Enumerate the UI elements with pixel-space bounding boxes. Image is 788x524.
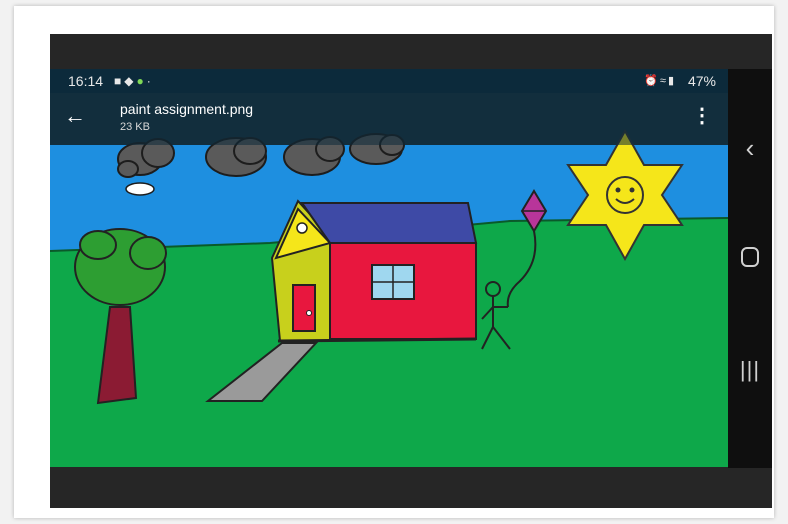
phone-screen: 16:14 ■◆●· ⏰≈▮ 47% ← paint assignment.pn…	[50, 34, 772, 508]
leaf-icon: ●	[136, 74, 147, 88]
battery-percent: 47%	[687, 73, 716, 89]
system-icons: ⏰≈▮	[644, 69, 676, 93]
message-icon: ■	[114, 74, 125, 88]
house-roof	[300, 202, 478, 244]
nav-home-icon[interactable]	[728, 247, 772, 272]
status-time: 16:14	[68, 73, 104, 89]
dot-icon: ·	[146, 74, 154, 88]
more-vertical-icon[interactable]: ⋮	[692, 103, 712, 128]
house	[270, 199, 478, 343]
navigation-bar: ‹ |||	[728, 69, 772, 468]
image-viewer[interactable]	[50, 93, 728, 467]
file-name: paint assignment.png	[120, 101, 254, 117]
signal-icon: ▮	[667, 75, 676, 87]
notification-icons: ■◆●·	[114, 69, 154, 93]
arrow-left-icon[interactable]: ←	[64, 103, 86, 129]
paint-drawing	[50, 93, 728, 467]
file-size: 23 KB	[120, 121, 150, 133]
nav-back-icon[interactable]: ‹	[728, 133, 772, 164]
cloud-1-white	[125, 182, 155, 196]
app-icon: ◆	[124, 74, 137, 88]
nav-recents-icon[interactable]: |||	[728, 357, 772, 383]
photo-frame: 16:14 ■◆●· ⏰≈▮ 47% ← paint assignment.pn…	[14, 6, 774, 518]
status-bar: 16:14 ■◆●· ⏰≈▮ 47%	[50, 69, 728, 93]
wifi-icon: ≈	[659, 75, 668, 87]
house-door	[292, 284, 316, 332]
app-bar: ← paint assignment.png 23 KB ⋮	[50, 93, 728, 145]
alarm-icon: ⏰	[644, 75, 660, 87]
